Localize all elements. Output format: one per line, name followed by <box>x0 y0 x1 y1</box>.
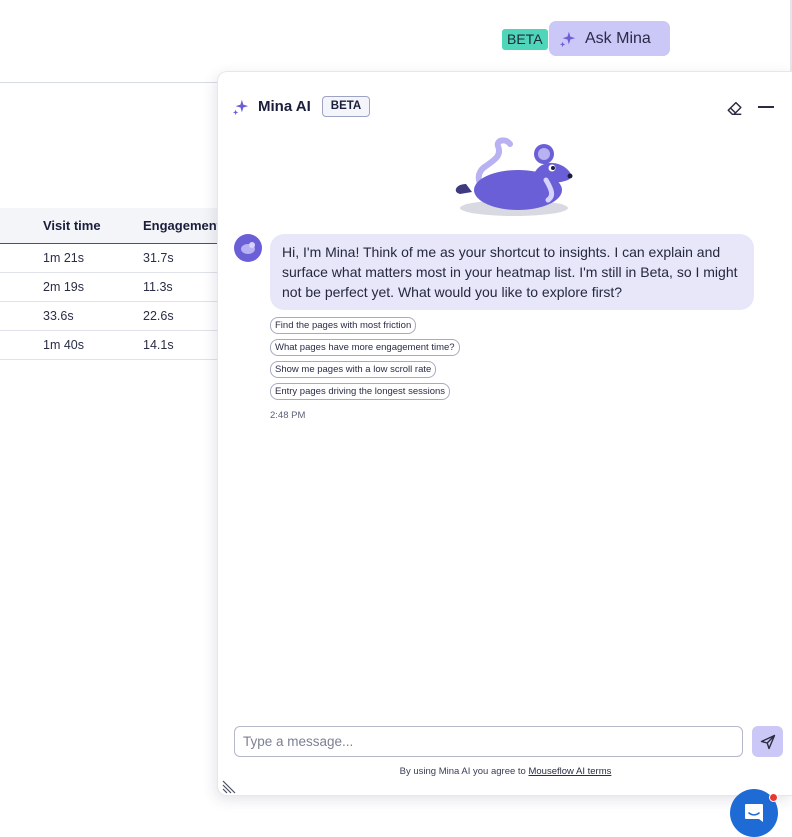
resize-handle-icon[interactable] <box>222 780 236 794</box>
visit-time-cell: 1m 40s <box>43 338 84 352</box>
send-button[interactable] <box>752 726 783 757</box>
engagement-cell: 14.1s <box>143 338 174 352</box>
divider <box>0 82 218 83</box>
table-row[interactable]: 2m 19s 11.3s <box>0 273 218 302</box>
suggestion-list: Find the pages with most friction What p… <box>270 317 460 400</box>
eraser-icon[interactable] <box>726 99 744 117</box>
mina-avatar <box>234 234 262 262</box>
table-header: Visit time Engagement <box>0 208 221 244</box>
notification-dot <box>769 793 778 802</box>
visit-time-cell: 1m 21s <box>43 251 84 265</box>
message-input[interactable] <box>234 726 743 757</box>
engagement-cell: 22.6s <box>143 309 174 323</box>
chat-header: Mina AI BETA <box>232 96 371 117</box>
beta-badge: BETA <box>502 29 548 50</box>
sparkle-icon <box>559 31 576 47</box>
chat-title: Mina AI <box>258 98 311 115</box>
beta-badge: BETA <box>321 96 371 117</box>
engagement-cell: 31.7s <box>143 251 174 265</box>
suggestion-chip[interactable]: Find the pages with most friction <box>270 317 417 334</box>
mouse-icon <box>241 242 255 254</box>
table-row[interactable]: 33.6s 22.6s <box>0 302 218 331</box>
ask-mina-button[interactable]: Ask Mina <box>549 21 670 56</box>
column-header-engagement[interactable]: Engagement <box>143 218 221 233</box>
chat-bubble-icon <box>745 804 763 822</box>
send-icon <box>760 734 775 749</box>
visit-time-cell: 2m 19s <box>43 280 84 294</box>
suggestion-chip[interactable]: Entry pages driving the longest sessions <box>270 383 451 400</box>
mina-chat-panel: Mina AI BETA Hi, I'm Mina! Think of me a… <box>217 71 792 796</box>
terms-notice: By using Mina AI you agree to Mouseflow … <box>218 766 792 777</box>
minimize-button[interactable] <box>758 106 774 108</box>
column-header-visit-time[interactable]: Visit time <box>43 218 101 233</box>
ask-mina-label: Ask Mina <box>585 29 651 47</box>
table-row[interactable]: 1m 40s 14.1s <box>0 331 218 360</box>
table-row[interactable]: 1m 21s 31.7s <box>0 244 218 273</box>
sparkle-icon <box>232 99 249 115</box>
visit-time-cell: 33.6s <box>43 309 74 323</box>
message-timestamp: 2:48 PM <box>270 410 306 421</box>
heatmap-table: Visit time Engagement 1m 21s 31.7s 2m 19… <box>0 208 221 360</box>
suggestion-chip[interactable]: Show me pages with a low scroll rate <box>270 361 437 378</box>
terms-text: By using Mina AI you agree to <box>399 766 529 777</box>
suggestion-chip[interactable]: What pages have more engagement time? <box>270 339 460 356</box>
engagement-cell: 11.3s <box>143 280 173 294</box>
assistant-message: Hi, I'm Mina! Think of me as your shortc… <box>270 234 754 310</box>
terms-link[interactable]: Mouseflow AI terms <box>528 766 611 777</box>
mina-mascot-illustration <box>455 137 573 216</box>
